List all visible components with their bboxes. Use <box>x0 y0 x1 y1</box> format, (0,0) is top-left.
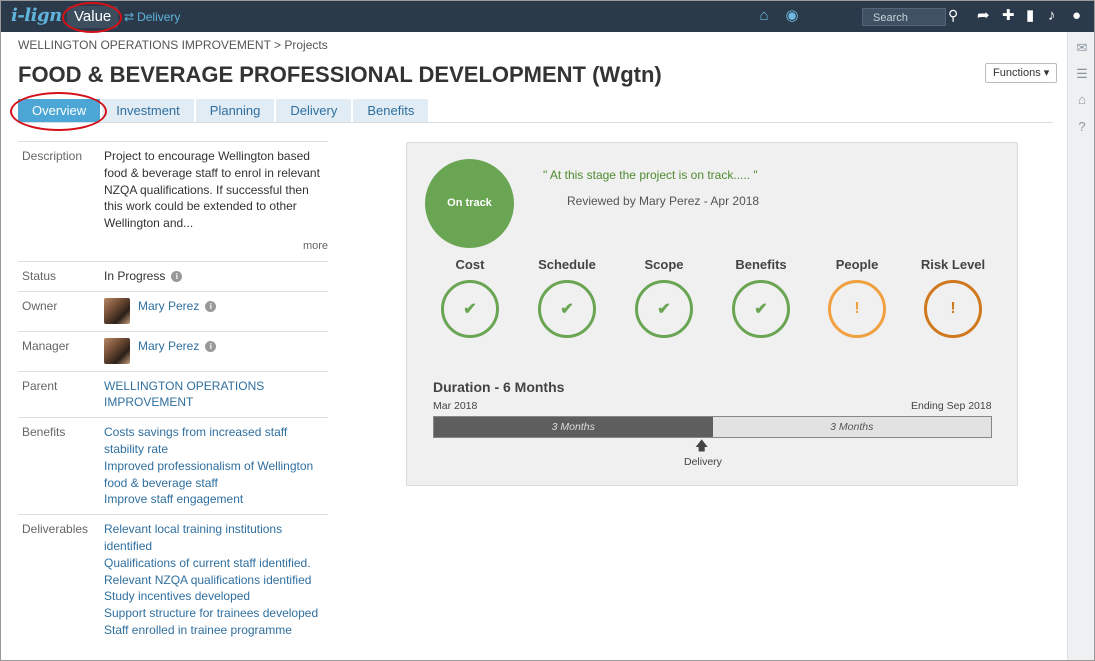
status-label: Status <box>22 268 57 283</box>
benefit-link[interactable]: Costs savings from increased staff stabi… <box>104 424 328 458</box>
check-icon: ✔ <box>635 280 693 338</box>
metric-scope[interactable]: Scope ✔ <box>624 257 704 338</box>
metric-label: Cost <box>455 257 485 272</box>
tab-planning[interactable]: Planning <box>195 99 275 123</box>
benefits-row: Benefits Costs savings from increased st… <box>18 417 328 514</box>
manager-label: Manager <box>22 338 70 353</box>
status-row: Status In Progress i <box>18 260 328 291</box>
metric-label: Risk Level <box>920 257 986 272</box>
tab-benefits[interactable]: Benefits <box>353 99 429 123</box>
info-icon[interactable]: i <box>171 270 183 282</box>
parent-link[interactable]: WELLINGTON OPERATIONS IMPROVEMENT <box>104 378 328 412</box>
overall-status-circle: On track <box>425 159 514 248</box>
highlight-ring-value <box>62 2 122 33</box>
user-icon[interactable]: ● <box>1072 7 1081 25</box>
bookmark-icon[interactable]: ▮ <box>1026 7 1034 25</box>
duration-end: Ending Sep 2018 <box>911 400 992 412</box>
manager-link[interactable]: Mary Perez <box>138 338 199 355</box>
metric-cost[interactable]: Cost ✔ <box>430 257 510 338</box>
parent-label: Parent <box>22 378 58 393</box>
bell-icon[interactable]: ♪ <box>1048 7 1056 25</box>
swap-arrows-icon: ⇄ <box>124 10 135 24</box>
avatar <box>104 337 130 364</box>
owner-label: Owner <box>22 298 58 313</box>
lock-icon[interactable]: ⌂ <box>1075 93 1089 107</box>
status-card: On track " At this stage the project is … <box>406 142 1018 486</box>
metric-label: People <box>835 257 879 272</box>
highlight-ring-overview <box>10 92 107 131</box>
status-quote: " At this stage the project is on track.… <box>543 168 758 182</box>
check-icon: ✔ <box>441 280 499 338</box>
home-icon[interactable]: ⌂ <box>755 7 773 25</box>
description-label: Description <box>22 149 83 163</box>
share-icon[interactable]: ➦ <box>977 7 990 25</box>
search-input[interactable]: Search <box>862 8 946 26</box>
deliverable-link[interactable]: Qualifications of current staff identifi… <box>104 555 328 572</box>
description-row: Description Project to encourage Welling… <box>18 141 328 261</box>
deliverable-link[interactable]: Staff enrolled in trainee programme <box>104 622 328 639</box>
tab-delivery[interactable]: Delivery <box>276 99 352 123</box>
duration-title: Duration - 6 Months <box>433 379 565 395</box>
functions-button[interactable]: Functions ▾ <box>985 63 1058 83</box>
metric-people[interactable]: People ! <box>817 257 897 338</box>
delivery-switch-label: Delivery <box>137 10 181 24</box>
benefit-link[interactable]: Improve staff engagement <box>104 491 328 508</box>
page-title: FOOD & BEVERAGE PROFESSIONAL DEVELOPMENT… <box>18 62 662 87</box>
duration-bar: 3 Months 3 Months <box>433 416 992 438</box>
metric-benefits[interactable]: Benefits ✔ <box>721 257 801 338</box>
help-icon[interactable]: ? <box>1075 120 1089 134</box>
benefit-link[interactable]: Improved professionalism of Wellington f… <box>104 458 328 492</box>
deliverable-link[interactable]: Relevant local training institutions ide… <box>104 521 328 555</box>
reviewed-by: Reviewed by Mary Perez - Apr 2018 <box>567 194 760 208</box>
metric-risk-level[interactable]: Risk Level ! <box>913 257 993 338</box>
delivery-switch-link[interactable]: ⇄ Delivery <box>124 10 180 24</box>
deliverables-label: Deliverables <box>22 522 89 537</box>
parent-row: Parent WELLINGTON OPERATIONS IMPROVEMENT <box>18 370 328 418</box>
more-link[interactable]: more <box>104 238 328 255</box>
duration-elapsed: 3 Months <box>434 417 713 437</box>
deliverable-link[interactable]: Relevant NZQA qualifications identified <box>104 572 328 589</box>
globe-icon[interactable]: ◉ <box>783 7 801 25</box>
info-icon[interactable]: i <box>205 340 217 352</box>
manager-row: Manager Mary Perez i <box>18 330 328 371</box>
tab-investment[interactable]: Investment <box>102 99 194 123</box>
tab-divider <box>18 122 1053 123</box>
info-icon[interactable]: i <box>205 300 217 312</box>
metric-label: Benefits <box>735 257 787 272</box>
metric-label: Scope <box>644 257 684 272</box>
check-icon: ✔ <box>732 280 790 338</box>
list-icon[interactable]: ☰ <box>1075 67 1089 81</box>
deliverable-link[interactable]: Study incentives developed <box>104 588 328 605</box>
top-bar: i-lign Value ⇄ Delivery ⌂ ◉ Search ⚲ ➦ ✚ … <box>1 1 1094 33</box>
right-rail: ✉ ☰ ⌂ ? <box>1067 32 1094 660</box>
project-details: Description Project to encourage Welling… <box>18 141 328 645</box>
deliverables-row: Deliverables Relevant local training ins… <box>18 514 328 645</box>
plus-icon[interactable]: ✚ <box>1002 7 1015 25</box>
breadcrumb[interactable]: WELLINGTON OPERATIONS IMPROVEMENT > Proj… <box>18 38 328 52</box>
avatar <box>104 297 130 324</box>
app-logo[interactable]: i-lign <box>11 5 62 26</box>
comment-icon[interactable]: ✉ <box>1075 41 1089 55</box>
benefits-label: Benefits <box>22 425 66 440</box>
owner-link[interactable]: Mary Perez <box>138 298 199 315</box>
status-value: In Progress <box>104 268 166 283</box>
check-icon: ✔ <box>538 280 596 338</box>
description-text: Project to encourage Wellington based fo… <box>104 149 320 231</box>
duration-remaining: 3 Months <box>712 417 991 437</box>
owner-row: Owner Mary Perez i <box>18 290 328 331</box>
search-icon[interactable]: ⚲ <box>948 7 958 24</box>
warning-icon: ! <box>924 280 982 338</box>
duration-start: Mar 2018 <box>433 400 478 412</box>
warning-icon: ! <box>828 280 886 338</box>
metric-schedule[interactable]: Schedule ✔ <box>527 257 607 338</box>
metric-label: Schedule <box>538 257 596 272</box>
delivery-marker-label: Delivery <box>684 456 722 468</box>
deliverable-link[interactable]: Support structure for trainees developed <box>104 605 328 622</box>
